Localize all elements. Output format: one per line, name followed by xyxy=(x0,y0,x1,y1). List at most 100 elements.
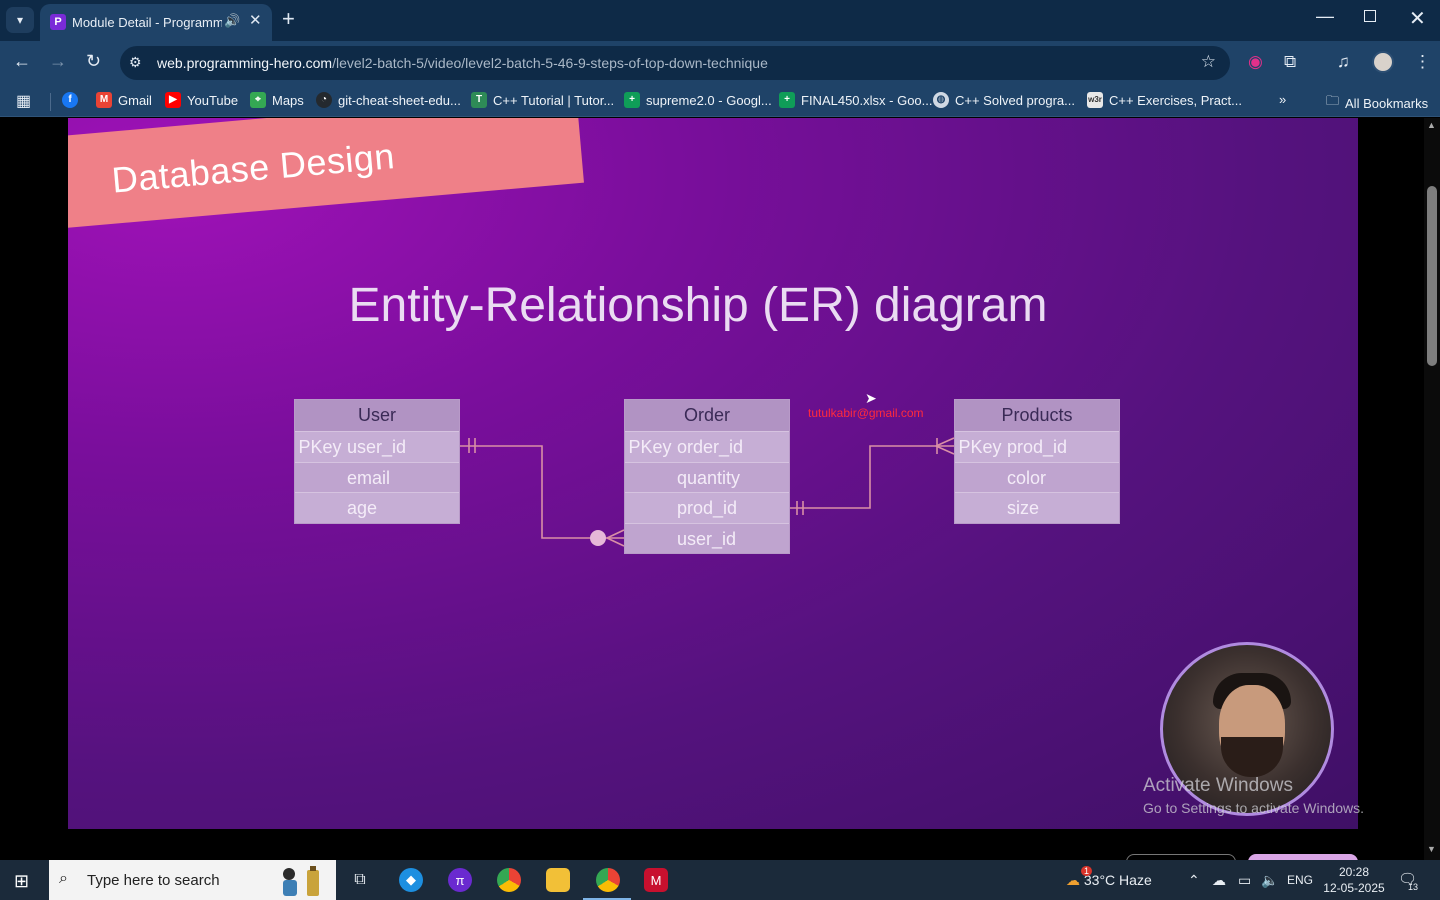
mcafee-icon[interactable]: M xyxy=(644,868,668,892)
minimize-icon[interactable]: — xyxy=(1316,6,1334,27)
network-icon[interactable]: ▭ xyxy=(1238,872,1251,889)
entity-row: email xyxy=(295,461,459,492)
browser-toolbar: ← → ↻ ⚙ web.programming-hero.com/level2-… xyxy=(0,41,1440,85)
tab-strip: ▾ P Module Detail - Programmi 🔊 ✕ + — ✕ xyxy=(0,0,1440,41)
search-highlight-illustration-icon xyxy=(283,866,319,896)
docker-icon[interactable]: ◆ xyxy=(399,868,423,892)
volume-icon[interactable]: 🔈 xyxy=(1261,872,1278,889)
tab-search-button[interactable]: ▾ xyxy=(6,7,34,33)
entity-header: Order xyxy=(625,400,789,431)
bookmark-supreme[interactable]: + supreme2.0 - Googl... xyxy=(624,92,772,108)
apps-grid-icon[interactable]: ▦ xyxy=(16,91,31,111)
taskbar-search-box[interactable]: ⌕ Type here to search xyxy=(49,860,336,900)
tray-chevron-up-icon[interactable]: ⌃ xyxy=(1188,872,1200,889)
extensions-puzzle-icon[interactable]: ⧉ xyxy=(1284,52,1296,72)
scroll-up-icon[interactable]: ▲ xyxy=(1427,120,1436,130)
bookmark-youtube[interactable]: ▶ YouTube xyxy=(165,92,238,108)
clock-time: 20:28 xyxy=(1338,865,1370,879)
sheets-icon: + xyxy=(624,92,640,108)
user-order-line xyxy=(460,445,624,539)
tab-close-icon[interactable]: ✕ xyxy=(249,11,262,29)
entity-row: prod_id xyxy=(625,492,789,523)
bookmark-gmail[interactable]: M Gmail xyxy=(96,92,152,108)
back-icon[interactable]: ← xyxy=(13,51,31,72)
weather-widget[interactable]: ☁ 33°C Haze xyxy=(1066,872,1152,889)
profile-avatar[interactable] xyxy=(1372,51,1394,73)
crow-foot-bottom-2 xyxy=(935,445,955,455)
all-bookmarks-folder[interactable]: 🗀 All Bookmarks xyxy=(1326,92,1428,114)
restore-icon[interactable] xyxy=(1364,10,1376,22)
activate-windows-subtitle: Go to Settings to activate Windows. xyxy=(1143,800,1364,816)
scroll-down-icon[interactable]: ▼ xyxy=(1427,844,1436,854)
entity-row: color xyxy=(955,461,1119,492)
email-watermark: tutulkabir@gmail.com xyxy=(808,406,924,420)
forward-icon[interactable]: → xyxy=(49,51,67,72)
windows-start-icon[interactable]: ⊞ xyxy=(14,871,29,892)
order-products-line xyxy=(788,445,954,509)
crow-foot-top xyxy=(606,529,625,539)
bookmark-star-icon[interactable]: ☆ xyxy=(1201,52,1216,72)
entity-row: PKey prod_id xyxy=(955,431,1119,462)
window-close-icon[interactable]: ✕ xyxy=(1409,6,1426,31)
onedrive-icon[interactable]: ☁ xyxy=(1212,872,1226,889)
w3r-icon: w3r xyxy=(1087,92,1103,108)
entity-order: Order PKey order_id quantity prod_id user… xyxy=(624,399,790,554)
page-content: Database Design Entity-Relationship (ER)… xyxy=(0,118,1424,860)
notification-count: 13 xyxy=(1408,882,1419,892)
bookmarks-bar: ▦ f M Gmail ▶ YouTube ⌖ Maps ◔ git-cheat-she… xyxy=(0,85,1440,117)
entity-row: user_id xyxy=(625,522,789,553)
url-text[interactable]: web.programming-hero.com/level2-batch-5/… xyxy=(157,55,768,71)
youtube-icon: ▶ xyxy=(165,92,181,108)
bookmark-git-cheat-sheet[interactable]: ◔ git-cheat-sheet-edu... xyxy=(316,92,461,108)
crow-foot-top-2 xyxy=(935,437,955,447)
language-indicator[interactable]: ENG xyxy=(1287,873,1313,887)
bookmark-cpp-tutorial[interactable]: T C++ Tutorial | Tutor... xyxy=(471,92,614,108)
app-purple-icon[interactable]: π xyxy=(448,868,472,892)
bookmark-maps[interactable]: ⌖ Maps xyxy=(250,92,304,108)
chrome-profile-icon[interactable] xyxy=(596,868,620,892)
crow-foot-bottom xyxy=(606,537,625,547)
entity-row: age xyxy=(295,492,459,523)
file-explorer-icon[interactable] xyxy=(546,868,570,892)
page-scrollbar[interactable]: ▲ ▼ xyxy=(1424,118,1440,860)
search-icon: ⌕ xyxy=(59,870,68,887)
new-tab-icon[interactable]: + xyxy=(282,6,295,32)
site-info-icon[interactable]: ⚙ xyxy=(129,54,142,71)
windows-taskbar: ⊞ ⌕ Type here to search ⧉ ◆ π M ☁ 33°C H… xyxy=(0,860,1440,900)
presenter-beard xyxy=(1221,737,1283,777)
github-icon: ◔ xyxy=(316,92,332,108)
weather-badge: 1 xyxy=(1081,866,1093,876)
scroll-thumb[interactable] xyxy=(1427,186,1437,366)
entity-row: size xyxy=(955,492,1119,523)
clock-date: 12-05-2025 xyxy=(1323,881,1385,895)
sheets-icon: + xyxy=(779,92,795,108)
zero-optional-circle xyxy=(590,530,606,546)
speaker-icon[interactable]: 🔊 xyxy=(224,13,240,29)
address-bar[interactable]: ⚙ web.programming-hero.com/level2-batch-… xyxy=(120,46,1230,80)
taskbar-clock[interactable]: 20:28 12-05-2025 xyxy=(1323,864,1385,896)
entity-user: User PKey user_id email age xyxy=(294,399,460,524)
extension-colorful-icon[interactable]: ◉ xyxy=(1248,52,1263,72)
entity-row: PKey user_id xyxy=(295,431,459,462)
browser-menu-icon[interactable]: ⋮ xyxy=(1414,52,1431,72)
entity-header: User xyxy=(295,400,459,431)
bookmark-facebook[interactable]: f xyxy=(62,92,78,108)
tab-title: Module Detail - Programmi xyxy=(72,15,222,30)
mouse-cursor-icon: ➤ xyxy=(865,390,877,406)
entity-row: quantity xyxy=(625,461,789,492)
globe-icon: ◍ xyxy=(933,92,949,108)
chrome-icon[interactable] xyxy=(497,868,521,892)
bookmark-final450[interactable]: + FINAL450.xlsx - Goo... xyxy=(779,92,933,108)
bookmark-cpp-exercises[interactable]: w3r C++ Exercises, Pract... xyxy=(1087,92,1242,108)
gmail-icon: M xyxy=(96,92,112,108)
entity-products: Products PKey prod_id color size xyxy=(954,399,1120,524)
tab-module-detail[interactable]: P Module Detail - Programmi 🔊 ✕ xyxy=(40,4,272,41)
maps-icon: ⌖ xyxy=(250,92,266,108)
video-player[interactable]: Database Design Entity-Relationship (ER)… xyxy=(68,118,1358,829)
media-control-icon[interactable]: ♫ xyxy=(1337,52,1350,72)
task-view-icon[interactable]: ⧉ xyxy=(348,868,372,892)
reload-icon[interactable]: ↻ xyxy=(86,51,101,72)
bookmark-cpp-solved[interactable]: ◍ C++ Solved progra... xyxy=(933,92,1075,108)
more-bookmarks-chevron-icon[interactable]: » xyxy=(1279,92,1286,107)
search-placeholder: Type here to search xyxy=(87,872,220,889)
